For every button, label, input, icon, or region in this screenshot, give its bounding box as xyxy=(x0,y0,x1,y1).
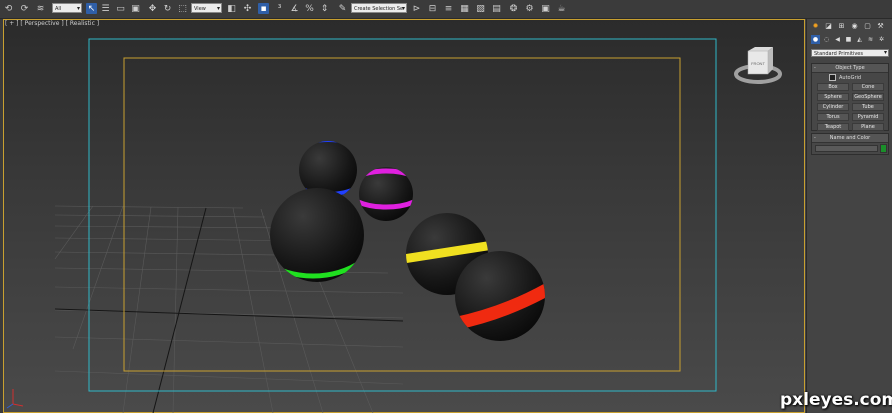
create-category-row: ● ◌ ◀ ■ ◭ ≋ ✲ xyxy=(809,35,891,44)
autogrid-label: AutoGrid xyxy=(839,74,862,81)
primitive-type-dropdown[interactable]: Standard Primitives xyxy=(811,49,889,57)
window-crossing-icon[interactable]: ▣ xyxy=(130,3,141,14)
torus-button[interactable]: Torus xyxy=(817,113,849,121)
helpers-category-icon[interactable]: ◭ xyxy=(855,35,864,44)
cylinder-button[interactable]: Cylinder xyxy=(817,103,849,111)
material-editor-icon[interactable]: ❂ xyxy=(508,3,519,14)
tube-button[interactable]: Tube xyxy=(852,103,884,111)
name-and-color-rollout: - Name and Color xyxy=(811,133,889,155)
object-color-swatch[interactable] xyxy=(880,144,887,153)
rectangular-selection-icon[interactable]: ▭ xyxy=(115,3,126,14)
geosphere-button[interactable]: GeoSphere xyxy=(852,93,884,101)
percent-snap-icon[interactable]: % xyxy=(304,3,315,14)
select-by-name-icon[interactable]: ☰ xyxy=(100,3,111,14)
pyramid-button[interactable]: Pyramid xyxy=(852,113,884,121)
name-and-color-header[interactable]: - Name and Color xyxy=(812,134,888,143)
systems-category-icon[interactable]: ✲ xyxy=(877,35,886,44)
snap-toggle-icon[interactable]: ³ xyxy=(274,3,285,14)
main-toolbar: ⟲ ⟳ ≋ All ↖ ☰ ▭ ▣ ✥ ↻ ⬚ View ◧ ✣ ▪ ³ ∡ %… xyxy=(0,0,892,19)
autogrid-checkbox[interactable]: AutoGrid xyxy=(829,74,861,81)
command-panel-tabs: ✹ ◪ ⊞ ◉ ▢ ⚒ xyxy=(809,21,891,30)
pivot-icon[interactable]: ◧ xyxy=(226,3,237,14)
motion-tab-icon[interactable]: ◉ xyxy=(850,21,859,30)
autogrid-check-box[interactable] xyxy=(829,74,836,81)
rendered-frame-icon[interactable]: ▣ xyxy=(540,3,551,14)
shapes-category-icon[interactable]: ◌ xyxy=(822,35,831,44)
hierarchy-tab-icon[interactable]: ⊞ xyxy=(837,21,846,30)
collapse-icon[interactable]: - xyxy=(814,134,816,142)
cone-button[interactable]: Cone xyxy=(852,83,884,91)
plane-button[interactable]: Plane xyxy=(852,123,884,131)
select-manipulate-icon[interactable]: ✣ xyxy=(242,3,253,14)
layer-manager-icon[interactable]: ≡ xyxy=(443,3,454,14)
utilities-tab-icon[interactable]: ⚒ xyxy=(876,21,885,30)
scale-icon[interactable]: ⬚ xyxy=(177,3,188,14)
render-icon[interactable]: ☕ xyxy=(556,3,567,14)
named-selection-dropdown[interactable]: Create Selection Se xyxy=(351,3,407,14)
cameras-category-icon[interactable]: ■ xyxy=(844,35,853,44)
edit-named-selection-icon[interactable]: ✎ xyxy=(337,3,348,14)
selection-filter-dropdown[interactable]: All xyxy=(52,3,82,14)
collapse-icon[interactable]: - xyxy=(814,64,816,72)
watermark: pxleyes.com xyxy=(780,390,892,410)
select-object-icon[interactable]: ↖ xyxy=(86,3,97,14)
viewcube-front-label: FRONT xyxy=(751,61,765,66)
redo-icon[interactable]: ⟳ xyxy=(19,3,30,14)
space-warps-category-icon[interactable]: ≋ xyxy=(866,35,875,44)
lights-category-icon[interactable]: ◀ xyxy=(833,35,842,44)
undo-icon[interactable]: ⟲ xyxy=(3,3,14,14)
object-type-header[interactable]: - Object Type xyxy=(812,64,888,73)
align-icon[interactable]: ⊟ xyxy=(427,3,438,14)
rotate-icon[interactable]: ↻ xyxy=(162,3,173,14)
display-tab-icon[interactable]: ▢ xyxy=(863,21,872,30)
curve-editor-icon[interactable]: ▧ xyxy=(475,3,486,14)
object-type-title: Object Type xyxy=(835,65,865,71)
teapot-button[interactable]: Teapot xyxy=(817,123,849,131)
viewport-scene: FRONT xyxy=(6,38,782,413)
bind-space-warp-icon[interactable]: ≋ xyxy=(35,3,46,14)
move-icon[interactable]: ✥ xyxy=(147,3,158,14)
create-tab-icon[interactable]: ✹ xyxy=(811,21,820,30)
box-button[interactable]: Box xyxy=(817,83,849,91)
object-type-rollout: - Object Type AutoGrid Box Cone Sphere G… xyxy=(811,63,889,131)
schematic-view-icon[interactable]: ▤ xyxy=(491,3,502,14)
axis-tripod xyxy=(6,389,24,409)
modify-tab-icon[interactable]: ◪ xyxy=(824,21,833,30)
render-setup-icon[interactable]: ⚙ xyxy=(524,3,535,14)
geometry-category-icon[interactable]: ● xyxy=(811,35,820,44)
angle-snap-icon[interactable]: ∡ xyxy=(289,3,300,14)
viewcube[interactable]: FRONT xyxy=(734,47,782,84)
object-name-field[interactable] xyxy=(815,145,878,152)
reference-coordinate-dropdown[interactable]: View xyxy=(191,3,222,14)
sphere-button[interactable]: Sphere xyxy=(817,93,849,101)
keyboard-shortcut-icon[interactable]: ▪ xyxy=(258,3,269,14)
spinner-snap-icon[interactable]: ⇕ xyxy=(319,3,330,14)
name-and-color-title: Name and Color xyxy=(829,135,871,141)
command-panel: ✹ ◪ ⊞ ◉ ▢ ⚒ ● ◌ ◀ ■ ◭ ≋ ✲ Standard Primi… xyxy=(806,19,892,413)
mirror-icon[interactable]: ⊳ xyxy=(411,3,422,14)
perspective-viewport[interactable]: [ + ] [ Perspective ] [ Realistic ] FRON… xyxy=(3,19,805,413)
graphite-tools-icon[interactable]: ▦ xyxy=(459,3,470,14)
